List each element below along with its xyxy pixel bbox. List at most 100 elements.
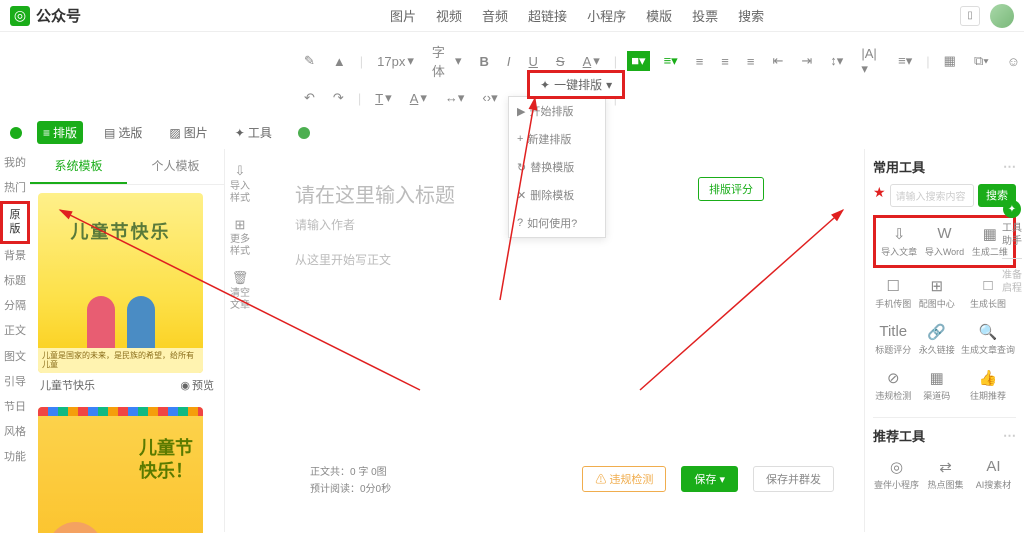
nav-miniprogram[interactable]: 小程序 [587, 6, 626, 25]
tool-bucket-icon[interactable]: ▲ [329, 52, 350, 71]
body-input[interactable]: 从这里开始写正文 [295, 251, 824, 268]
tool-icon: ▦ [917, 369, 956, 386]
category-9[interactable]: 节日 [0, 395, 30, 420]
category-7[interactable]: 图文 [0, 345, 30, 370]
tool-search-input[interactable]: 请输入搜索内容 [890, 184, 974, 207]
user-avatar[interactable] [990, 4, 1014, 28]
tool-tools-rest-3[interactable]: Title标题评分 [873, 318, 913, 361]
tool-tools-rest-7[interactable]: ▦ 渠道码 [916, 364, 957, 407]
subnav-select[interactable]: ▤选版 [98, 121, 148, 144]
dropdown-delete[interactable]: ✕删除模板 [509, 181, 605, 209]
nav-template[interactable]: 模版 [646, 6, 672, 25]
category-6[interactable]: 正文 [0, 319, 30, 344]
category-2[interactable]: 原版 [0, 201, 30, 243]
strike-icon[interactable]: S [552, 52, 569, 71]
category-1[interactable]: 热门 [0, 176, 30, 201]
align-center-icon[interactable]: ≡ [692, 52, 708, 71]
redo-icon[interactable]: ↷ [329, 88, 348, 108]
align-right-icon[interactable]: ≡ [717, 52, 733, 71]
undo-icon[interactable]: ↶ [300, 88, 319, 108]
right-panel: 常用工具⋯ ★ 请输入搜索内容 搜索 ⇩导入文章W导入Word▦生成二维 ☐手机… [864, 149, 1024, 532]
template-card-1[interactable]: 儿童节快乐 儿童是国家的未来，是民族的希望，给所有儿童 儿童节快乐 ◉预览 [38, 193, 216, 397]
subnav-image[interactable]: ▨图片 [163, 121, 213, 144]
subnav-tools[interactable]: ✦工具 [229, 121, 278, 144]
clear-article-tool[interactable]: 🗑清空文章 [225, 264, 255, 318]
right-panel-title: 常用工具⋯ [873, 157, 1016, 176]
more-icon[interactable]: ⋯ [1003, 428, 1016, 444]
tool-brush-icon[interactable]: ✎ [300, 51, 319, 71]
line-height-icon[interactable]: ↕▾ [826, 51, 847, 71]
tool-label: 渠道码 [923, 391, 950, 401]
font-size-select[interactable]: 17px ▾ [373, 51, 418, 71]
violation-check-button[interactable]: ⚠ 违规检测 [582, 466, 666, 492]
bold-icon[interactable]: B [476, 52, 493, 71]
save-publish-button[interactable]: 保存并群发 [753, 466, 834, 492]
tool-tools-row1-1[interactable]: W导入Word [923, 220, 965, 263]
bg-color-icon[interactable]: ■▾ [627, 51, 649, 71]
dropdown-new[interactable]: +新建排版 [509, 125, 605, 153]
subnav-layout[interactable]: ≡排版 [37, 121, 83, 144]
category-3[interactable]: 背景 [0, 244, 30, 269]
category-4[interactable]: 标题 [0, 269, 30, 294]
more-icon[interactable]: ⋯ [1003, 159, 1016, 175]
tool-icon: 🔍 [961, 323, 1015, 340]
nav-video[interactable]: 视频 [436, 6, 462, 25]
tool-tools-rest-6[interactable]: ⊘违规检测 [873, 364, 913, 407]
tool-tools-row1-0[interactable]: ⇩导入文章 [878, 220, 920, 263]
quote-icon[interactable]: ‹›▾ [478, 88, 501, 108]
italic-icon[interactable]: I [503, 52, 515, 71]
align-justify-icon[interactable]: ≡ [743, 52, 759, 71]
font-family-select[interactable]: 字体▾ [428, 40, 466, 82]
dropdown-replace[interactable]: ↻替换模版 [509, 153, 605, 181]
tool-tools-rest-0[interactable]: ☐手机传图 [873, 272, 913, 315]
more-styles-tool[interactable]: ⊞更多样式 [225, 211, 255, 265]
nav-search[interactable]: 搜索 [738, 6, 764, 25]
tab-system-templates[interactable]: 系统模板 [30, 149, 127, 184]
dropdown-start[interactable]: ▶开始排版 [509, 97, 605, 125]
format-paint-icon[interactable]: A▾ [406, 88, 431, 108]
tab-personal-templates[interactable]: 个人模板 [127, 149, 224, 184]
tool-tools2-2[interactable]: AIAI搜素材 [971, 453, 1016, 496]
nav-audio[interactable]: 音频 [482, 6, 508, 25]
list-icon[interactable]: ≡▾ [894, 51, 916, 71]
category-11[interactable]: 功能 [0, 445, 30, 470]
tool-tools-rest-1[interactable]: ⊞配图中心 [916, 272, 957, 315]
underline-icon[interactable]: U [525, 52, 542, 71]
tool-icon: AI [972, 458, 1015, 475]
dropdown-help[interactable]: ?如何使用? [509, 209, 605, 237]
table-icon[interactable]: ▦ [940, 51, 960, 71]
tool-tools2-0[interactable]: ◎壹伴小程序 [873, 453, 920, 496]
indent-right-icon[interactable]: ⇥ [797, 51, 816, 71]
category-5[interactable]: 分隔 [0, 294, 30, 319]
assistant-button[interactable]: ✦ [1003, 200, 1021, 218]
grid-icon: ⊞ [227, 217, 253, 233]
layout-score-button[interactable]: 排版评分 [698, 177, 764, 201]
nav-vote[interactable]: 投票 [692, 6, 718, 25]
tool-label: 导入文章 [881, 247, 917, 257]
tool-tools-rest-4[interactable]: 🔗永久链接 [916, 318, 957, 361]
category-0[interactable]: 我的 [0, 151, 30, 176]
tool-label: 配图中心 [919, 299, 955, 309]
tool-tools2-1[interactable]: ⇄热点图集 [923, 453, 968, 496]
tool-tools-rest-8[interactable]: 👍往期推荐 [960, 364, 1016, 407]
one-click-layout-button[interactable]: ✦ 一键排版 ▾ [527, 70, 625, 99]
tool-tools-rest-5[interactable]: 🔍生成文章查询 [960, 318, 1016, 361]
save-button[interactable]: 保存 ▾ [681, 466, 738, 492]
font-color-icon[interactable]: A▾ [579, 51, 604, 71]
clear-format-icon[interactable]: T▾ [371, 88, 395, 108]
code-icon[interactable]: ⧉▾ [970, 51, 993, 71]
preview-button[interactable]: ◉预览 [180, 377, 214, 393]
spacing-icon[interactable]: ↔▾ [441, 88, 469, 108]
emoji-icon[interactable]: ☺ [1003, 52, 1024, 71]
nav-link[interactable]: 超链接 [528, 6, 567, 25]
category-8[interactable]: 引导 [0, 370, 30, 395]
indent-left-icon[interactable]: ⇤ [768, 51, 787, 71]
letter-spacing-icon[interactable]: |A|▾ [857, 44, 884, 79]
nav-image[interactable]: 图片 [390, 6, 416, 25]
import-style-tool[interactable]: ⇩导入样式 [225, 157, 255, 211]
category-10[interactable]: 风格 [0, 420, 30, 445]
align-left-icon[interactable]: ≡▾ [660, 51, 682, 71]
template-thumbnail-1: 儿童节快乐 儿童是国家的未来，是民族的希望，给所有儿童 [38, 193, 203, 373]
template-card-2[interactable]: 儿童节 快乐！ [38, 407, 216, 533]
phone-icon[interactable]: ▯ [960, 6, 980, 26]
